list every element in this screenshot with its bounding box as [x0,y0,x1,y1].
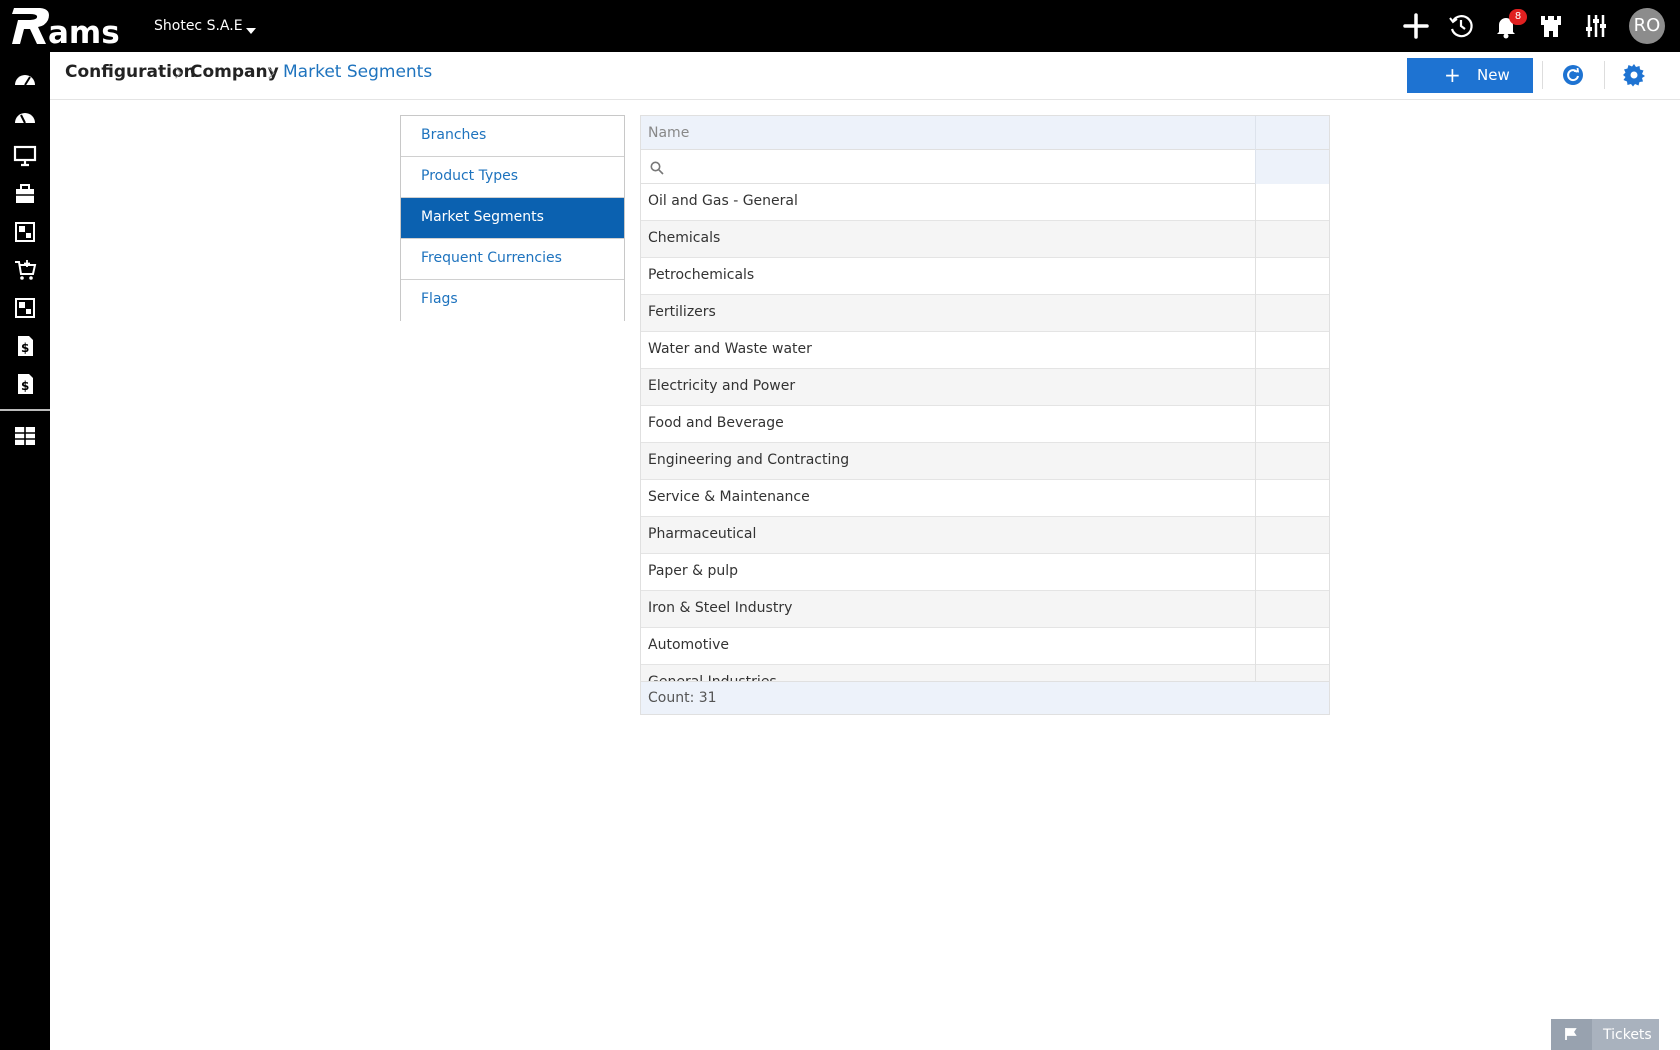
table-row[interactable]: Oil and Gas - General [641,184,1329,221]
column-separator [1255,480,1256,517]
castle-icon[interactable] [1537,12,1565,40]
page-title: Market Segments [283,62,433,82]
nav-item-flags[interactable]: Flags [401,280,624,321]
invoice-2-icon[interactable]: $ [12,371,38,397]
grid-header: Name [641,116,1329,150]
column-separator [1255,665,1256,681]
column-separator [1255,332,1256,369]
column-separator [1255,258,1256,295]
column-separator [1255,116,1256,150]
row-name-cell: Electricity and Power [648,378,796,394]
row-name-cell: Oil and Gas - General [648,193,798,209]
briefcase-icon[interactable] [12,181,38,207]
dashboard-icon[interactable] [12,67,38,93]
column-header-name[interactable]: Name [648,125,689,141]
sliders-icon[interactable] [1582,12,1610,40]
nav-item-frequent-currencies[interactable]: Frequent Currencies [401,239,624,280]
refresh-icon[interactable] [1561,63,1585,87]
row-name-cell: General Industries [648,674,777,681]
column-separator [1255,628,1256,665]
config-nav: Branches Product Types Market Segments F… [400,115,625,321]
nav-item-product-types[interactable]: Product Types [401,157,624,198]
table-row[interactable]: General Industries [641,665,1329,681]
monitor-icon[interactable] [12,143,38,169]
settings-icon[interactable] [1622,63,1646,87]
avatar[interactable]: RO [1629,8,1665,44]
rams-logo[interactable]: ams [10,5,130,51]
top-bar: ams Shotec S.A.E 8 RO [0,0,1680,52]
row-name-cell: Automotive [648,637,729,653]
toolbar-divider [1604,61,1605,89]
dashboard-2-icon[interactable] [12,105,38,131]
svg-text:$: $ [21,341,29,355]
column-separator [1255,295,1256,332]
table-row[interactable]: Service & Maintenance [641,480,1329,517]
row-name-cell: Iron & Steel Industry [648,600,793,616]
reports-icon[interactable] [12,423,38,449]
table-row[interactable]: Pharmaceutical [641,517,1329,554]
row-name-cell: Engineering and Contracting [648,452,850,468]
record-count: Count: 31 [648,690,717,706]
table-row[interactable]: Fertilizers [641,295,1329,332]
table-row[interactable]: Electricity and Power [641,369,1329,406]
table-row[interactable]: Food and Beverage [641,406,1329,443]
layout-2-icon[interactable] [12,295,38,321]
search-icon [650,161,664,175]
table-row[interactable]: Iron & Steel Industry [641,591,1329,628]
row-name-cell: Service & Maintenance [648,489,810,505]
table-row[interactable]: Engineering and Contracting [641,443,1329,480]
table-row[interactable]: Water and Waste water [641,332,1329,369]
layout-icon[interactable] [12,219,38,245]
row-name-cell: Paper & pulp [648,563,739,579]
grid-body: Oil and Gas - General Chemicals Petrochemi… [641,184,1329,681]
sidebar: $ $ [0,52,50,1050]
row-name-cell: Petrochemicals [648,267,755,283]
column-separator [1255,591,1256,628]
tickets-button[interactable]: Tickets [1551,1019,1659,1050]
plus-icon: + [1444,63,1461,87]
cart-icon[interactable] [12,257,38,283]
column-separator [1255,221,1256,258]
filter-cell [1256,150,1329,184]
row-name-cell: Water and Waste water [648,341,812,357]
new-button[interactable]: + New [1407,58,1533,93]
sidebar-divider [0,409,50,411]
toolbar-divider [1542,61,1543,89]
column-separator [1255,406,1256,443]
chevron-down-icon[interactable] [246,28,256,34]
flag-icon [1551,1019,1592,1050]
grid-footer: Count: 31 [641,681,1329,714]
column-separator [1255,443,1256,480]
column-separator [1255,554,1256,591]
svg-text:$: $ [21,379,29,393]
table-row[interactable]: Chemicals [641,221,1329,258]
row-name-cell: Chemicals [648,230,721,246]
column-separator [1255,369,1256,406]
company-selector[interactable]: Shotec S.A.E [154,18,243,34]
plus-icon[interactable] [1402,12,1430,40]
invoice-icon[interactable]: $ [12,333,38,359]
grid-filter-row [641,150,1329,184]
row-name-cell: Food and Beverage [648,415,784,431]
market-segments-grid: Name Oil and Gas - General Chemicals Petro… [640,115,1330,715]
svg-text:ams: ams [48,15,120,47]
nav-item-branches[interactable]: Branches [401,116,624,157]
column-separator [1255,184,1256,221]
table-row[interactable]: Automotive [641,628,1329,665]
table-row[interactable]: Paper & pulp [641,554,1329,591]
notification-badge: 8 [1509,9,1527,25]
row-name-cell: Fertilizers [648,304,716,320]
table-row[interactable]: Petrochemicals [641,258,1329,295]
nav-item-market-segments[interactable]: Market Segments [401,198,624,239]
name-filter-input[interactable] [667,155,1247,179]
history-icon[interactable] [1447,12,1475,40]
column-separator [1255,517,1256,554]
row-name-cell: Pharmaceutical [648,526,757,542]
